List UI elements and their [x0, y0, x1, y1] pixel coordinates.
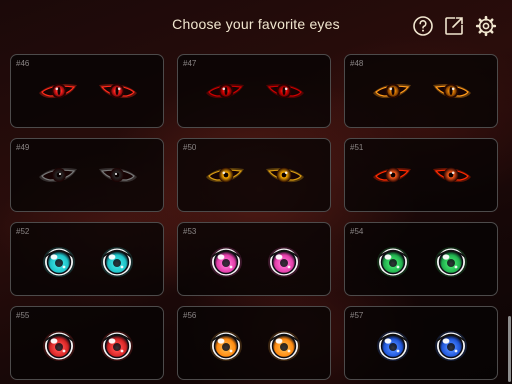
card-number: #54 [350, 227, 364, 236]
right-eye-image [266, 327, 302, 363]
left-eye-image [371, 163, 415, 185]
right-eye-image [429, 79, 473, 101]
left-eye-image [208, 243, 244, 279]
left-eye-image [37, 163, 81, 185]
eye-card-53[interactable]: #53 [177, 222, 331, 296]
card-number: #56 [183, 311, 197, 320]
eye-card-51[interactable]: #51 [344, 138, 498, 212]
share-icon [445, 17, 463, 35]
eye-card-56[interactable]: #56 [177, 306, 331, 380]
left-eye-image [375, 243, 411, 279]
eye-card-52[interactable]: #52 [10, 222, 164, 296]
card-number: #53 [183, 227, 197, 236]
card-number: #49 [16, 143, 30, 152]
eye-card-50[interactable]: #50 [177, 138, 331, 212]
card-number: #57 [350, 311, 364, 320]
scrollbar[interactable] [508, 316, 511, 382]
help-icon [413, 16, 433, 36]
card-number: #50 [183, 143, 197, 152]
right-eye-image [266, 243, 302, 279]
left-eye-image [375, 327, 411, 363]
card-number: #52 [16, 227, 30, 236]
right-eye-image [433, 243, 469, 279]
eye-card-48[interactable]: #48 [344, 54, 498, 128]
share-button[interactable] [443, 15, 465, 37]
card-number: #51 [350, 143, 364, 152]
eye-card-54[interactable]: #54 [344, 222, 498, 296]
card-number: #48 [350, 59, 364, 68]
left-eye-image [41, 243, 77, 279]
eye-card-49[interactable]: #49 [10, 138, 164, 212]
left-eye-image [204, 163, 248, 185]
right-eye-image [95, 163, 139, 185]
help-button[interactable] [412, 15, 434, 37]
eye-card-55[interactable]: #55 [10, 306, 164, 380]
left-eye-image [371, 79, 415, 101]
right-eye-image [433, 327, 469, 363]
eye-card-57[interactable]: #57 [344, 306, 498, 380]
settings-button[interactable] [475, 15, 497, 37]
right-eye-image [429, 163, 473, 185]
card-number: #55 [16, 311, 30, 320]
right-eye-image [99, 243, 135, 279]
eye-card-46[interactable]: #46 [10, 54, 164, 128]
left-eye-image [204, 79, 248, 101]
right-eye-image [95, 79, 139, 101]
left-eye-image [37, 79, 81, 101]
right-eye-image [262, 163, 306, 185]
page-title: Choose your favorite eyes [172, 16, 340, 32]
right-eye-image [99, 327, 135, 363]
right-eye-image [262, 79, 306, 101]
eye-card-47[interactable]: #47 [177, 54, 331, 128]
card-number: #47 [183, 59, 197, 68]
gear-icon [475, 15, 497, 37]
left-eye-image [208, 327, 244, 363]
left-eye-image [41, 327, 77, 363]
card-number: #46 [16, 59, 30, 68]
